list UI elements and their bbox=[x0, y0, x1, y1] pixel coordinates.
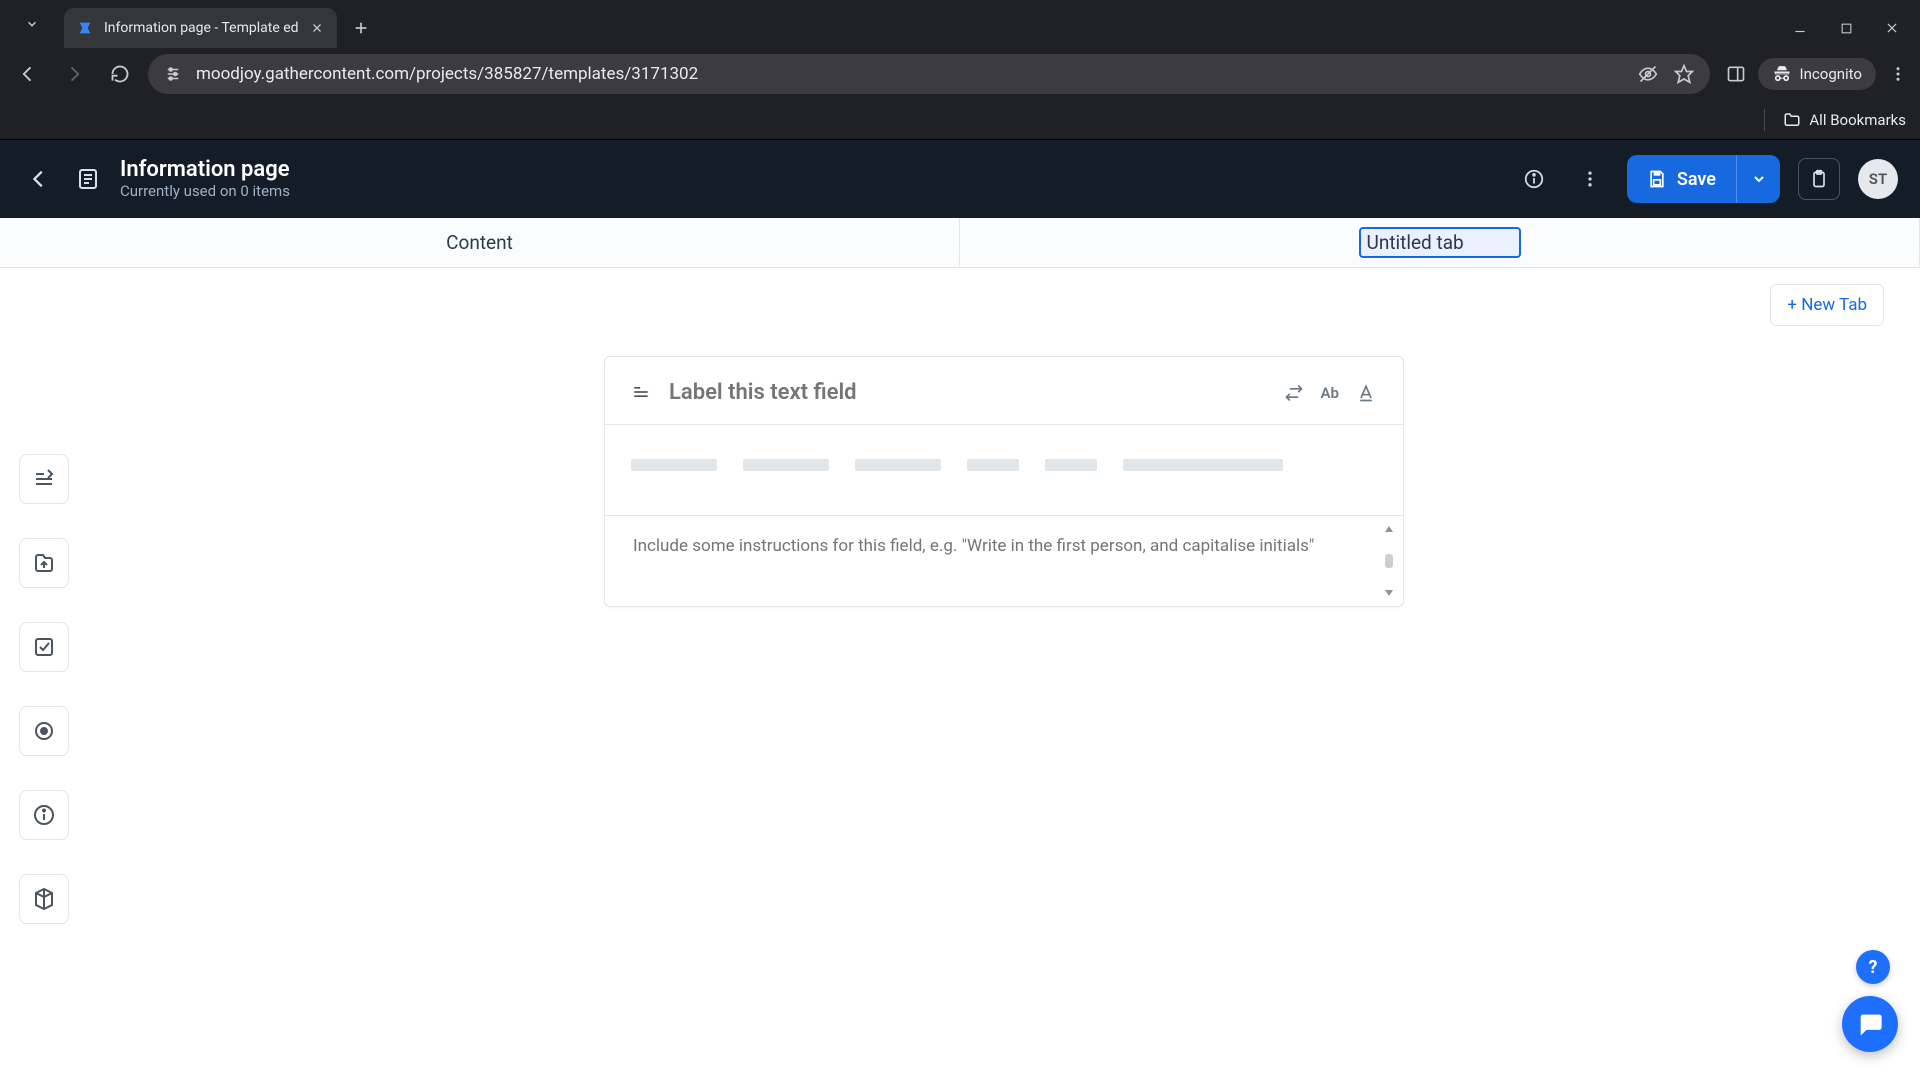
site-settings-icon[interactable] bbox=[162, 63, 184, 85]
avatar-initials: ST bbox=[1869, 170, 1887, 188]
field-body-placeholder[interactable] bbox=[605, 425, 1403, 515]
new-tab-label: + New Tab bbox=[1787, 295, 1867, 315]
char-limit-button[interactable]: Ab bbox=[1321, 384, 1339, 402]
template-icon bbox=[74, 165, 102, 193]
browser-toolbar: moodjoy.gathercontent.com/projects/38582… bbox=[0, 48, 1920, 100]
editor-canvas[interactable]: + New Tab Ab bbox=[88, 268, 1920, 1080]
scroll-up-icon bbox=[1384, 524, 1394, 534]
browser-back-button[interactable] bbox=[10, 56, 46, 92]
side-panel-icon[interactable] bbox=[1724, 62, 1748, 86]
instructions-scrollbar[interactable] bbox=[1381, 524, 1397, 598]
tool-guidelines[interactable] bbox=[19, 790, 69, 840]
window-maximize-button[interactable] bbox=[1836, 18, 1856, 38]
skeleton-bar bbox=[631, 459, 717, 471]
scroll-thumb[interactable] bbox=[1385, 554, 1393, 568]
browser-reload-button[interactable] bbox=[102, 56, 138, 92]
user-avatar[interactable]: ST bbox=[1858, 159, 1898, 199]
incognito-indicator[interactable]: Incognito bbox=[1758, 58, 1876, 90]
tool-component[interactable] bbox=[19, 874, 69, 924]
browser-tabstrip: Information page - Template ed bbox=[0, 0, 1920, 48]
tool-attachment[interactable] bbox=[19, 538, 69, 588]
help-badge-button[interactable]: ? bbox=[1856, 950, 1890, 984]
address-bar-url: moodjoy.gathercontent.com/projects/38582… bbox=[196, 64, 1624, 84]
address-bar[interactable]: moodjoy.gathercontent.com/projects/38582… bbox=[148, 54, 1710, 94]
new-browser-tab-button[interactable] bbox=[345, 12, 377, 44]
all-bookmarks-label: All Bookmarks bbox=[1809, 111, 1906, 129]
content-tabs: Content bbox=[0, 218, 1920, 268]
page-subtitle: Currently used on 0 items bbox=[120, 182, 290, 200]
window-minimize-button[interactable] bbox=[1790, 18, 1810, 38]
help-badge-text: ? bbox=[1869, 957, 1878, 978]
save-icon bbox=[1647, 169, 1667, 189]
folder-icon bbox=[1783, 111, 1801, 129]
tool-text-field[interactable] bbox=[19, 454, 69, 504]
save-button[interactable]: Save bbox=[1627, 155, 1736, 203]
clipboard-button[interactable] bbox=[1798, 158, 1840, 200]
info-button[interactable] bbox=[1515, 160, 1553, 198]
tool-radio[interactable] bbox=[19, 706, 69, 756]
tool-checkbox[interactable] bbox=[19, 622, 69, 672]
incognito-label: Incognito bbox=[1800, 65, 1862, 83]
formatting-icon[interactable] bbox=[1355, 382, 1377, 404]
chevron-down-icon bbox=[21, 13, 43, 35]
window-close-button[interactable] bbox=[1882, 18, 1902, 38]
repeatable-icon[interactable] bbox=[1283, 382, 1305, 404]
skeleton-bar bbox=[1123, 459, 1283, 471]
bookbar-divider bbox=[1764, 109, 1765, 131]
chat-icon bbox=[1856, 1010, 1884, 1038]
skeleton-bar bbox=[743, 459, 829, 471]
content-tab-untitled[interactable] bbox=[960, 218, 1920, 267]
window-controls bbox=[1790, 18, 1912, 48]
browser-forward-button[interactable] bbox=[56, 56, 92, 92]
scroll-down-icon bbox=[1384, 588, 1394, 598]
favicon-icon bbox=[76, 19, 94, 37]
incognito-icon bbox=[1772, 64, 1792, 84]
text-field-card[interactable]: Ab bbox=[604, 356, 1404, 607]
skeleton-bar bbox=[1045, 459, 1097, 471]
eye-off-icon[interactable] bbox=[1636, 62, 1660, 86]
save-button-label: Save bbox=[1677, 169, 1716, 190]
save-button-group: Save bbox=[1627, 155, 1780, 203]
chat-fab-button[interactable] bbox=[1842, 996, 1898, 1052]
title-block: Information page Currently used on 0 ite… bbox=[120, 158, 290, 200]
close-icon[interactable] bbox=[309, 20, 325, 36]
app-header: Information page Currently used on 0 ite… bbox=[0, 140, 1920, 218]
all-bookmarks-button[interactable]: All Bookmarks bbox=[1783, 111, 1906, 129]
app-viewport: Information page Currently used on 0 ite… bbox=[0, 140, 1920, 1080]
instructions-input[interactable] bbox=[631, 532, 1347, 584]
app-back-button[interactable] bbox=[22, 162, 56, 196]
skeleton-bar bbox=[967, 459, 1019, 471]
left-tool-rail bbox=[0, 268, 88, 1080]
editor-body: + New Tab Ab bbox=[0, 268, 1920, 1080]
new-tab-button[interactable]: + New Tab bbox=[1770, 284, 1884, 326]
bookmarks-bar: All Bookmarks bbox=[0, 100, 1920, 140]
field-instructions bbox=[605, 515, 1403, 606]
field-tools: Ab bbox=[1283, 382, 1377, 404]
field-label-input[interactable] bbox=[667, 379, 1269, 406]
browser-tab-active[interactable]: Information page - Template ed bbox=[64, 8, 337, 48]
save-options-button[interactable] bbox=[1736, 155, 1780, 203]
more-menu-button[interactable] bbox=[1571, 160, 1609, 198]
browser-tab-title: Information page - Template ed bbox=[104, 20, 299, 36]
tab-name-input[interactable] bbox=[1359, 227, 1521, 258]
browser-menu-button[interactable] bbox=[1886, 62, 1910, 86]
text-field-icon bbox=[631, 382, 653, 404]
field-card-header: Ab bbox=[605, 357, 1403, 424]
content-tab-label: Content bbox=[446, 231, 513, 254]
page-title: Information page bbox=[120, 158, 290, 182]
content-tab-content[interactable]: Content bbox=[0, 218, 960, 267]
tab-search-button[interactable] bbox=[8, 0, 56, 48]
bookmark-star-icon[interactable] bbox=[1672, 62, 1696, 86]
skeleton-bar bbox=[855, 459, 941, 471]
